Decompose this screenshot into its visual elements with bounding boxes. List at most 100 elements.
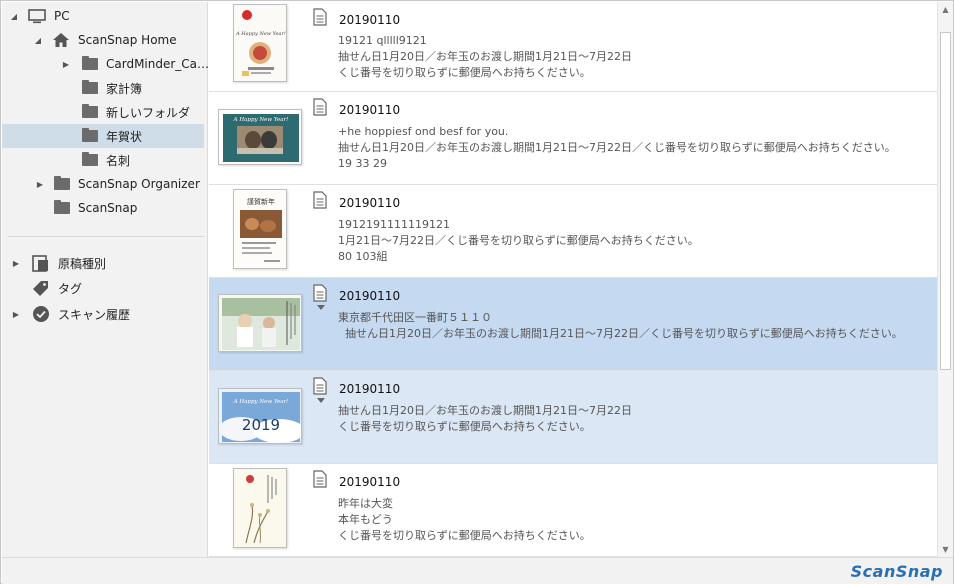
item-text-line: 東京都千代田区一番町５１１０ (338, 311, 492, 324)
tree-item-scansnap-home[interactable]: ◢ ScanSnap Home (2, 28, 204, 52)
thumbnail[interactable]: A Happy New Year! 2019 (218, 388, 302, 444)
tree-item-folder[interactable]: ▶ CardMinder_Ca… (2, 52, 209, 76)
thumbnail[interactable] (218, 294, 302, 352)
document-icon (313, 284, 327, 302)
thumbnail[interactable]: A Happy New Year! (218, 109, 302, 165)
tree-label-folder: 新しいフォルダ (106, 105, 191, 120)
folder-icon (54, 200, 70, 214)
list-item[interactable]: 20190110 昨年は大変 本年もどう くじ番号を切り取らずに郵便局へお持ちく… (209, 464, 937, 557)
item-text-line: +he hoppiesf ond besf for you. (338, 125, 509, 138)
item-text-line: 本年もどう (338, 513, 393, 526)
item-text-line: くじ番号を切り取らずに郵便局へお持ちください。 (338, 420, 591, 433)
tree-label-doc-type: 原稿種別 (58, 256, 107, 271)
expand-icon[interactable]: ▶ (10, 308, 22, 320)
thumbnail-title: 謹賀新年 (247, 197, 275, 206)
folder-icon (82, 152, 98, 166)
item-text-line: 1月21日～7月22日／くじ番号を切り取らずに郵便局へお持ちください。 (338, 234, 699, 247)
document-icon (313, 377, 327, 395)
document-icon (313, 98, 327, 116)
item-text: 東京都千代田区一番町５１１０ 抽せん日1月20日／お年玉のお渡し期間1月21日～… (338, 310, 903, 342)
expand-icon[interactable]: ▶ (34, 178, 46, 190)
document-icon (313, 8, 327, 26)
scrollbar-thumb[interactable] (940, 32, 951, 370)
tree-item-folder[interactable]: 新しいフォルダ (2, 100, 204, 124)
tree-label-folder: CardMinder_Ca… (106, 57, 210, 71)
vertical-scrollbar[interactable]: ▲ ▼ (937, 2, 953, 557)
tree-label-scansnap-organizer: ScanSnap Organizer (78, 177, 200, 191)
tree-item-pc[interactable]: ◢ PC (2, 4, 204, 28)
tree-item-folder-selected[interactable]: 年賀状 (2, 124, 204, 148)
tree-item-scansnap[interactable]: ScanSnap (2, 196, 204, 220)
thumbnail[interactable]: A Happy New Year! (233, 4, 287, 82)
list-item[interactable]: A Happy New Year! 2019 20190110 抽せん日1月20… (209, 371, 937, 464)
list-item[interactable]: 謹賀新年 20190110 1912191111119121 1月21日～7月2… (209, 185, 937, 278)
expand-icon[interactable]: ▶ (60, 58, 72, 70)
tree-item-folder[interactable]: 名刺 (2, 148, 204, 172)
item-text-line: 1912191111119121 (338, 218, 450, 231)
scansnap-logo: ScanSnap (850, 562, 943, 581)
item-text-line: 抽せん日1月20日／お年玉のお渡し期間1月21日～7月22日 (338, 50, 632, 63)
sidebar-divider (8, 236, 204, 237)
item-text-line: 抽せん日1月20日／お年玉のお渡し期間1月21日～7月22日／くじ番号を切り取ら… (338, 327, 903, 340)
document-type-icon (32, 254, 50, 272)
tree-label-folder: 家計簿 (106, 81, 143, 96)
history-check-icon (32, 305, 50, 323)
item-text-line: くじ番号を切り取らずに郵便局へお持ちください。 (338, 66, 591, 79)
thumbnail-year: 2019 (242, 416, 280, 434)
thumbnail-title: A Happy New Year! (233, 117, 289, 123)
folder-icon (54, 176, 70, 190)
sidebar: ◢ PC ◢ ScanSnap Home ▶ CardMinder_Ca… 家計… (2, 2, 209, 557)
tree-label-folder: 名刺 (106, 153, 131, 168)
tree-item-scan-history[interactable]: ▶ スキャン履歴 (2, 302, 204, 326)
collapse-icon[interactable]: ◢ (32, 34, 44, 46)
tree-item-scansnap-organizer[interactable]: ▶ ScanSnap Organizer (2, 172, 204, 196)
dropdown-arrow-icon[interactable] (317, 398, 325, 403)
tree-label-folder: 年賀状 (106, 129, 143, 144)
list-item-selected[interactable]: 20190110 東京都千代田区一番町５１１０ 抽せん日1月20日／お年玉のお渡… (209, 278, 937, 371)
computer-icon (28, 8, 46, 24)
thumbnail[interactable] (233, 468, 287, 548)
item-text-line: 19 33 29 (338, 157, 387, 170)
collapse-icon[interactable]: ◢ (8, 10, 20, 22)
document-icon (313, 191, 327, 209)
folder-icon (82, 56, 98, 70)
item-text: 抽せん日1月20日／お年玉のお渡し期間1月21日～7月22日 くじ番号を切り取ら… (338, 403, 632, 435)
tree-label-scansnap: ScanSnap (78, 201, 138, 215)
item-date: 20190110 (339, 103, 401, 117)
expand-icon[interactable]: ▶ (10, 257, 22, 269)
item-text-line: 昨年は大変 (338, 497, 393, 510)
item-text: 19121 qlllll9121 抽せん日1月20日／お年玉のお渡し期間1月21… (338, 33, 632, 81)
app-window: ◢ PC ◢ ScanSnap Home ▶ CardMinder_Ca… 家計… (0, 0, 954, 584)
tree-item-folder[interactable]: 家計簿 (2, 76, 204, 100)
item-text: +he hoppiesf ond besf for you. 抽せん日1月20日… (338, 124, 896, 172)
item-text-line: 80 103組 (338, 250, 388, 263)
dropdown-arrow-icon[interactable] (317, 305, 325, 310)
status-bar: ScanSnap (2, 557, 953, 584)
item-text-line: くじ番号を切り取らずに郵便局へお持ちください。 (338, 529, 591, 542)
tree-label-scan-history: スキャン履歴 (58, 307, 131, 322)
tree-item-tag[interactable]: タグ (2, 276, 204, 300)
document-list: A Happy New Year! 20190110 19121 qlllll9… (209, 2, 937, 557)
folder-icon (82, 128, 98, 142)
tree-label-scansnap-home: ScanSnap Home (78, 33, 177, 47)
list-item[interactable]: A Happy New Year! 20190110 19121 qlllll9… (209, 2, 937, 92)
tree-item-doc-type[interactable]: ▶ 原稿種別 (2, 251, 204, 275)
item-date: 20190110 (339, 475, 401, 489)
item-text: 1912191111119121 1月21日～7月22日／くじ番号を切り取らずに… (338, 217, 699, 265)
thumbnail-title: A Happy New Year! (233, 399, 289, 405)
folder-icon (82, 80, 98, 94)
home-icon (52, 32, 70, 48)
scroll-down-arrow-icon[interactable]: ▼ (938, 542, 953, 557)
item-text-line: 抽せん日1月20日／お年玉のお渡し期間1月21日～7月22日／くじ番号を切り取ら… (338, 141, 896, 154)
item-text-line: 19121 qlllll9121 (338, 34, 427, 47)
scroll-up-arrow-icon[interactable]: ▲ (938, 2, 953, 17)
item-text-line: 抽せん日1月20日／お年玉のお渡し期間1月21日～7月22日 (338, 404, 632, 417)
thumbnail[interactable]: 謹賀新年 (233, 189, 287, 269)
item-date: 20190110 (339, 196, 401, 210)
tree-label-tag: タグ (58, 281, 83, 296)
item-text: 昨年は大変 本年もどう くじ番号を切り取らずに郵便局へお持ちください。 (338, 496, 591, 544)
list-item[interactable]: A Happy New Year! 20190110 +he hoppiesf … (209, 92, 937, 185)
folder-icon (82, 104, 98, 118)
tree-label-pc: PC (54, 9, 70, 23)
tag-icon (32, 280, 50, 297)
